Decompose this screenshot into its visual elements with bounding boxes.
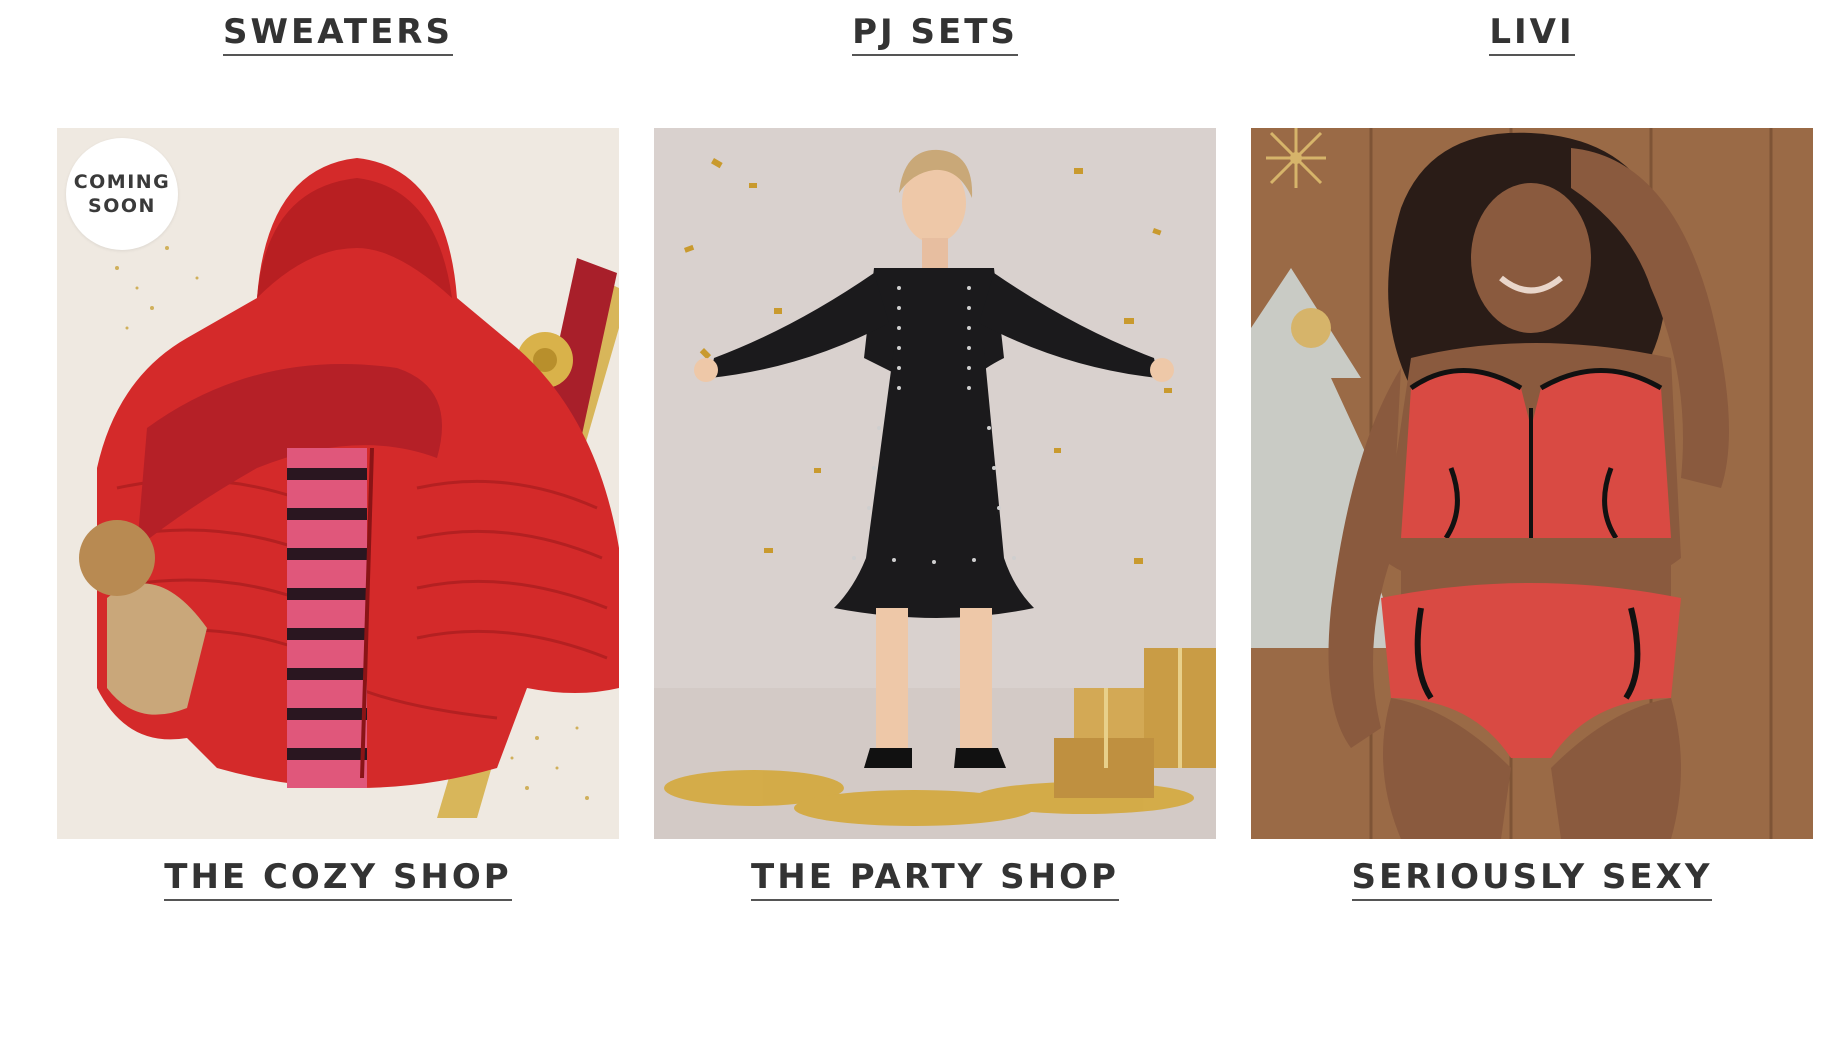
shop-label-cell: THE COZY SHOP [57, 857, 619, 901]
shop-link-party-shop[interactable]: THE PARTY SHOP [751, 857, 1119, 901]
shop-label-cell: THE PARTY SHOP [654, 857, 1216, 901]
woman-red-lingerie-photo [1251, 128, 1813, 839]
top-category-cell: SWEATERS [57, 12, 619, 56]
shop-label-cell: SERIOUSLY SEXY [1251, 857, 1813, 901]
tile-seriously-sexy-image[interactable] [1251, 128, 1813, 839]
badge-line-2: SOON [88, 195, 156, 217]
shop-link-seriously-sexy[interactable]: SERIOUSLY SEXY [1351, 857, 1713, 901]
category-link-pj-sets[interactable]: PJ SETS [852, 12, 1018, 56]
category-link-sweaters[interactable]: SWEATERS [223, 12, 453, 56]
badge-line-1: COMING [73, 171, 171, 193]
category-link-livi[interactable]: LIVI [1489, 12, 1575, 56]
coming-soon-badge: COMING SOON [66, 138, 178, 250]
top-category-cell: PJ SETS [654, 12, 1216, 56]
tile-party-shop-image[interactable] [654, 128, 1216, 839]
woman-black-studded-dress-photo [654, 128, 1216, 839]
top-category-cell: LIVI [1251, 12, 1813, 56]
tile-cozy-shop-image[interactable]: COMING SOON [57, 128, 619, 839]
shop-link-cozy-shop[interactable]: THE COZY SHOP [164, 857, 512, 901]
